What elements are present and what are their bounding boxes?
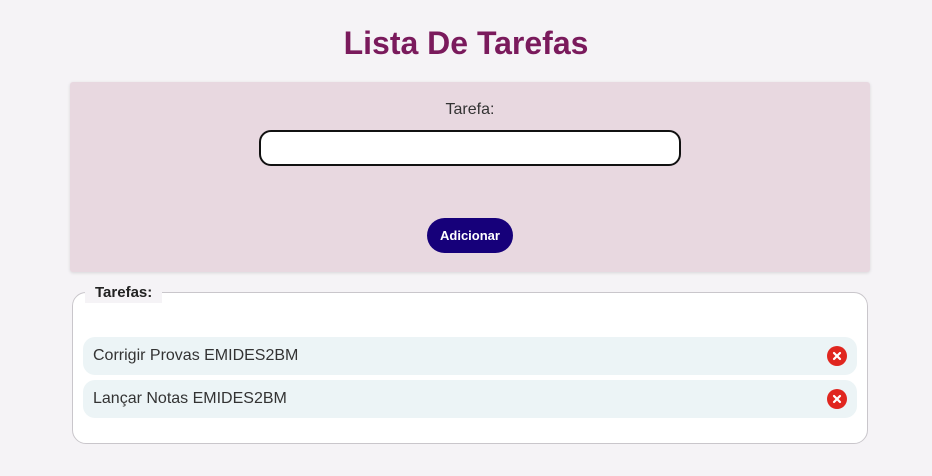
page-title: Lista De Tarefas xyxy=(343,25,589,61)
close-icon xyxy=(832,351,842,361)
delete-task-icon[interactable] xyxy=(827,389,847,409)
task-item-text: Corrigir Provas EMIDES2BM xyxy=(93,347,299,364)
task-input[interactable] xyxy=(259,130,681,166)
task-item: Lançar Notas EMIDES2BM xyxy=(83,380,857,418)
delete-task-icon[interactable] xyxy=(827,346,847,366)
task-item: Corrigir Provas EMIDES2BM xyxy=(83,337,857,375)
add-task-button[interactable]: Adicionar xyxy=(427,218,513,253)
task-form-panel: Tarefa: Adicionar xyxy=(70,82,870,272)
tasks-fieldset: Tarefas: Corrigir Provas EMIDES2BM Lança… xyxy=(72,283,868,444)
tasks-legend: Tarefas: xyxy=(85,283,163,303)
task-item-text: Lançar Notas EMIDES2BM xyxy=(93,390,287,407)
close-icon xyxy=(832,394,842,404)
task-label: Tarefa: xyxy=(445,101,495,118)
